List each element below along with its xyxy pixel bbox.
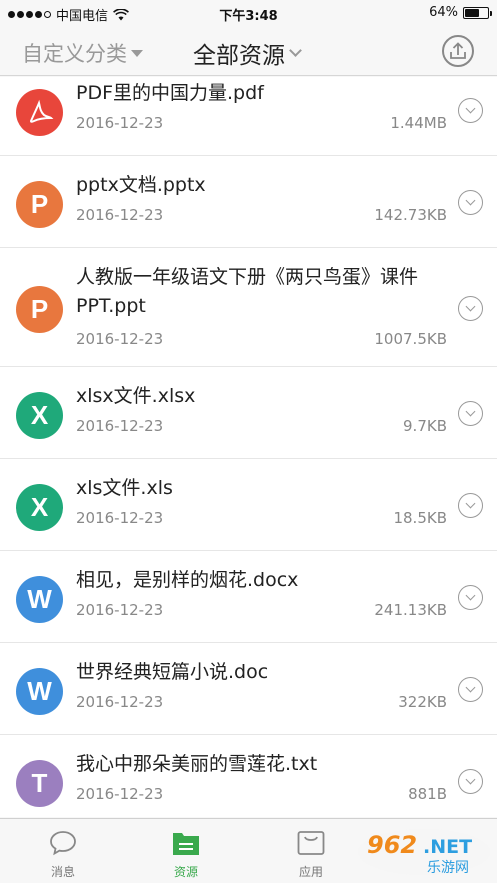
- file-date: 2016-12-23: [76, 785, 164, 803]
- file-name: 我心中那朵美丽的雪莲花.txt: [76, 753, 318, 775]
- page-title: 全部资源: [193, 43, 285, 69]
- file-type-letter: T: [31, 768, 48, 798]
- battery-icon: [463, 6, 492, 19]
- file-row[interactable]: Xxls文件.xls 2016-12-23 18.5KB: [0, 459, 497, 551]
- file-date: 2016-12-23: [76, 417, 164, 435]
- chevron-down-icon: [465, 682, 476, 693]
- file-type-letter: X: [30, 492, 49, 522]
- xls-file-icon: X: [16, 392, 63, 439]
- file-row[interactable]: Ppptx文档.pptx 2016-12-23 142.73KB: [0, 156, 497, 248]
- file-options-button[interactable]: [458, 585, 483, 610]
- ppt-file-icon: P: [16, 286, 63, 333]
- tab-messages[interactable]: 消息: [13, 819, 113, 883]
- file-date: 2016-12-23: [76, 114, 164, 132]
- app-icon: [297, 831, 325, 855]
- file-row[interactable]: P 人教版一年级语文下册《两只鸟蛋》课件PPT.ppt 2016-12-23 1007…: [0, 248, 497, 367]
- file-row[interactable]: W 相见，是别样的烟花.docx 2016-12-23 241.13KB: [0, 551, 497, 643]
- file-options-button[interactable]: [458, 493, 483, 518]
- file-name: xls文件.xls: [76, 477, 173, 499]
- file-options-button[interactable]: [458, 769, 483, 794]
- battery-percent: 64%: [429, 5, 458, 20]
- file-size: 9.7KB: [403, 417, 447, 435]
- tab-label: 应用: [298, 865, 323, 879]
- file-size: 1007.5KB: [374, 330, 447, 348]
- file-type-letter: W: [27, 676, 52, 706]
- chevron-down-icon: [465, 195, 476, 206]
- file-name: 相见，是别样的烟花.docx: [76, 569, 299, 591]
- file-date: 2016-12-23: [76, 330, 164, 348]
- file-options-button[interactable]: [458, 296, 483, 321]
- file-type-letter: X: [30, 400, 49, 430]
- file-type-letter: W: [27, 584, 52, 614]
- status-right: 64%: [429, 5, 492, 20]
- txt-file-icon: T: [16, 760, 63, 807]
- file-name: xlsx文件.xlsx: [76, 385, 196, 407]
- folder-icon: [173, 833, 199, 855]
- file-type-letter: P: [30, 294, 49, 324]
- file-options-button[interactable]: [458, 98, 483, 123]
- chevron-down-icon: [465, 774, 476, 785]
- file-size: 881B: [408, 785, 447, 803]
- tab-resources[interactable]: 资源: [136, 819, 236, 883]
- chevron-down-icon: [465, 498, 476, 509]
- file-date: 2016-12-23: [76, 509, 164, 527]
- upload-button[interactable]: [442, 35, 474, 67]
- file-row[interactable]: T 我心中那朵美丽的雪莲花.txt 2016-12-23 881B: [0, 735, 497, 817]
- file-size: 241.13KB: [374, 601, 447, 619]
- pdf-file-icon: [16, 89, 63, 136]
- file-size: 322KB: [398, 693, 447, 711]
- tab-apps[interactable]: 应用: [261, 819, 361, 883]
- file-size: 1.44MB: [390, 114, 447, 132]
- chevron-down-icon: [465, 301, 476, 312]
- chevron-down-icon: [465, 103, 476, 114]
- file-date: 2016-12-23: [76, 601, 164, 619]
- file-options-button[interactable]: [458, 677, 483, 702]
- file-row[interactable]: PDF里的中国力量.pdf 2016-12-23 1.44MB: [0, 77, 497, 156]
- file-name: PDF里的中国力量.pdf: [76, 82, 264, 104]
- file-name: 世界经典短篇小说.doc: [76, 661, 269, 683]
- svg-text:乐游网: 乐游网: [427, 860, 469, 876]
- site-watermark-logo: 962 .NET 乐游网: [358, 829, 490, 876]
- custom-category-button[interactable]: 自定义分类: [22, 38, 143, 68]
- custom-category-label: 自定义分类: [22, 42, 127, 66]
- xls-file-icon: X: [16, 484, 63, 531]
- svg-text:962: 962: [367, 831, 417, 859]
- svg-text:.NET: .NET: [423, 836, 472, 858]
- doc-file-icon: W: [16, 668, 63, 715]
- file-date: 2016-12-23: [76, 206, 164, 224]
- file-row[interactable]: Xxlsx文件.xlsx 2016-12-23 9.7KB: [0, 367, 497, 459]
- file-name: pptx文档.pptx: [76, 174, 206, 196]
- file-list: PDF里的中国力量.pdf 2016-12-23 1.44MB Ppptx文档.ppt…: [0, 77, 497, 817]
- file-size: 142.73KB: [374, 206, 447, 224]
- status-bar: 中国电信 下午3:48 64%: [0, 0, 497, 26]
- file-size: 18.5KB: [393, 509, 447, 527]
- status-time: 下午3:48: [219, 9, 278, 24]
- message-icon: [50, 831, 76, 856]
- file-type-letter: P: [30, 189, 49, 219]
- chevron-down-icon: [289, 43, 302, 57]
- tab-label: 消息: [50, 865, 75, 879]
- file-options-button[interactable]: [458, 190, 483, 215]
- file-name: 人教版一年级语文下册《两只鸟蛋》课件PPT.ppt: [76, 266, 419, 317]
- file-options-button[interactable]: [458, 401, 483, 426]
- ppt-file-icon: P: [16, 181, 63, 228]
- doc-file-icon: W: [16, 576, 63, 623]
- file-row[interactable]: W 世界经典短篇小说.doc 2016-12-23 322KB: [0, 643, 497, 735]
- all-resources-dropdown[interactable]: 全部资源: [193, 36, 302, 70]
- chevron-down-icon: [465, 590, 476, 601]
- nav-bar: 自定义分类 全部资源: [0, 26, 497, 76]
- file-date: 2016-12-23: [76, 693, 164, 711]
- tab-label: 资源: [173, 865, 198, 879]
- chevron-down-icon: [465, 406, 476, 417]
- caret-down-icon: [131, 49, 143, 57]
- upload-icon: [450, 42, 466, 59]
